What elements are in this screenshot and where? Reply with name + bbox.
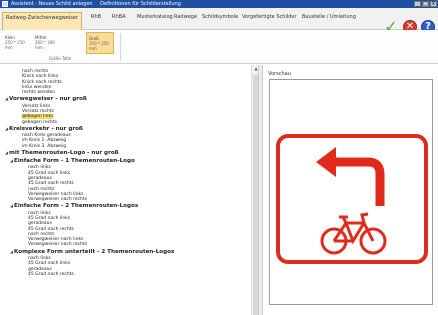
tree-item-label: rechts wenden [22, 90, 56, 96]
tree-item-label: 45 Grad nach links [28, 261, 71, 267]
app-icon [2, 1, 8, 7]
sign-template-tree-panel: nach rechts Knick nach links Knick nach re… [0, 65, 259, 315]
title-bar: Assistent · Neues Schild anlegen Definit… [0, 0, 438, 8]
tree-item-label: Knick nach links [22, 74, 59, 80]
tab-musterkatalog[interactable]: Musterkatalog [137, 14, 173, 20]
tree-group[interactable]: ◢mit Themenrouten-Logo - nur groß [0, 149, 250, 157]
size-option-mittel[interactable]: Mittel 300 * 300 mm [33, 32, 61, 54]
tab-radweg-zwischenwegweiser[interactable]: Radweg-Zwischenwegweiser [2, 12, 83, 30]
tree-group[interactable]: ◢Einfache Form - 2 Themenrouten-Logos [0, 202, 250, 210]
tree-item-label: Einfache Form - 2 Themenrouten-Logos [14, 203, 139, 210]
tree-scrollbar[interactable]: ▲ [251, 65, 258, 315]
window-title-app: Assistent · Neues Schild anlegen [11, 1, 93, 7]
tree-item-label: mit Themenrouten-Logo - nur groß [9, 149, 119, 156]
tree-item-label: Knick nach rechts [22, 79, 62, 85]
tree-item-label: Vorwegweiser - nur groß [9, 96, 87, 103]
tree-group[interactable]: ◢Kreisverkehr - nur groß [0, 125, 250, 133]
tree-group[interactable]: ◢Vorwegweiser - nur groß [0, 95, 250, 103]
tree-item-label: nach links [28, 165, 51, 171]
tree-item-label: gebogen rechts [22, 119, 58, 125]
sign-border [276, 134, 428, 264]
bicycle-route-sign-icon [276, 134, 428, 264]
window-title: Assistent · Neues Schild anlegen Definit… [11, 1, 187, 7]
size-option-klein[interactable]: Klein 250 * 250 mm [3, 32, 31, 54]
category-tabs: Radweg-Zwischenwegweiser RhB RhBA Muster… [0, 8, 438, 35]
tree-group[interactable]: ◢Komplexe Form unterteilt - 2 Themenrout… [0, 248, 250, 256]
preview-frame [269, 79, 433, 305]
tree-item[interactable]: 45 Grad nach rechts [0, 272, 250, 277]
tree-item-label: Vorwegweiser nach rechts [28, 197, 88, 203]
tab-rhb[interactable]: RhB [91, 14, 101, 20]
tree-item-label: Vorwegweiser nach rechts [28, 242, 88, 248]
preview-label: Vorschau [268, 71, 291, 77]
tree-item-label: geradeaus [28, 221, 52, 227]
size-option-gross[interactable]: Groß 350 * 350 mm [86, 32, 114, 54]
tree-item-label: nach rechts [28, 186, 55, 192]
size-option-dims: 300 * 300 mm [35, 40, 55, 50]
tree-item-label: Versatz links [22, 103, 51, 109]
size-option-dims: 250 * 250 mm [5, 40, 25, 50]
tree-item-label: 45 Grad nach rechts [28, 181, 74, 187]
ribbon-divider [120, 33, 121, 61]
maximize-button[interactable]: □ [422, 1, 429, 7]
tree-item-label: im Kreis 1. Abzweig [22, 138, 67, 144]
tab-baustelle-umleitung[interactable]: Baustelle / Umleitung [302, 14, 356, 20]
sign-template-tree: nach rechts Knick nach links Knick nach re… [0, 69, 250, 277]
tree-item-label: Kreisverkehr - nur groß [9, 125, 83, 132]
preview-panel: Vorschau [263, 65, 438, 315]
tree-item-label: 45 Grad nach links [28, 170, 71, 176]
tab-radwege[interactable]: Radwege [174, 14, 197, 20]
tree-item-label: Komplexe Form unterteilt - 2 Themenroute… [14, 248, 175, 255]
tree-item-label: 45 Grad nach rechts [28, 226, 74, 232]
tab-schildsymbole[interactable]: Schildsymbole [202, 14, 238, 20]
window-title-subtitle: Definitionen für Schilderstellung [100, 1, 181, 7]
tree-item-label: gebogen links [22, 114, 54, 120]
size-option-dims: 350 * 350 mm [89, 41, 109, 51]
tree-item-label: Einfache Form - 1 Themenrouten-Logo [14, 158, 135, 165]
tab-rhba[interactable]: RhBA [112, 14, 126, 20]
size-ribbon: Klein 250 * 250 mm Mittel 300 * 300 mm G… [0, 30, 438, 64]
tree-item-label: 45 Grad nach rechts [28, 271, 74, 277]
tree-item-label: im Kreis 3. Abzweig [22, 143, 67, 149]
tab-vorgefertigte-schilder[interactable]: Vorgefertigte Schilder [242, 14, 297, 20]
ribbon-group-label: Größe Tafel [48, 56, 72, 61]
tree-item-label: nach links [28, 210, 51, 216]
minimize-button[interactable]: _ [414, 1, 421, 7]
close-window-button[interactable]: X [430, 1, 437, 7]
tree-item-label: geradeaus [28, 266, 52, 272]
